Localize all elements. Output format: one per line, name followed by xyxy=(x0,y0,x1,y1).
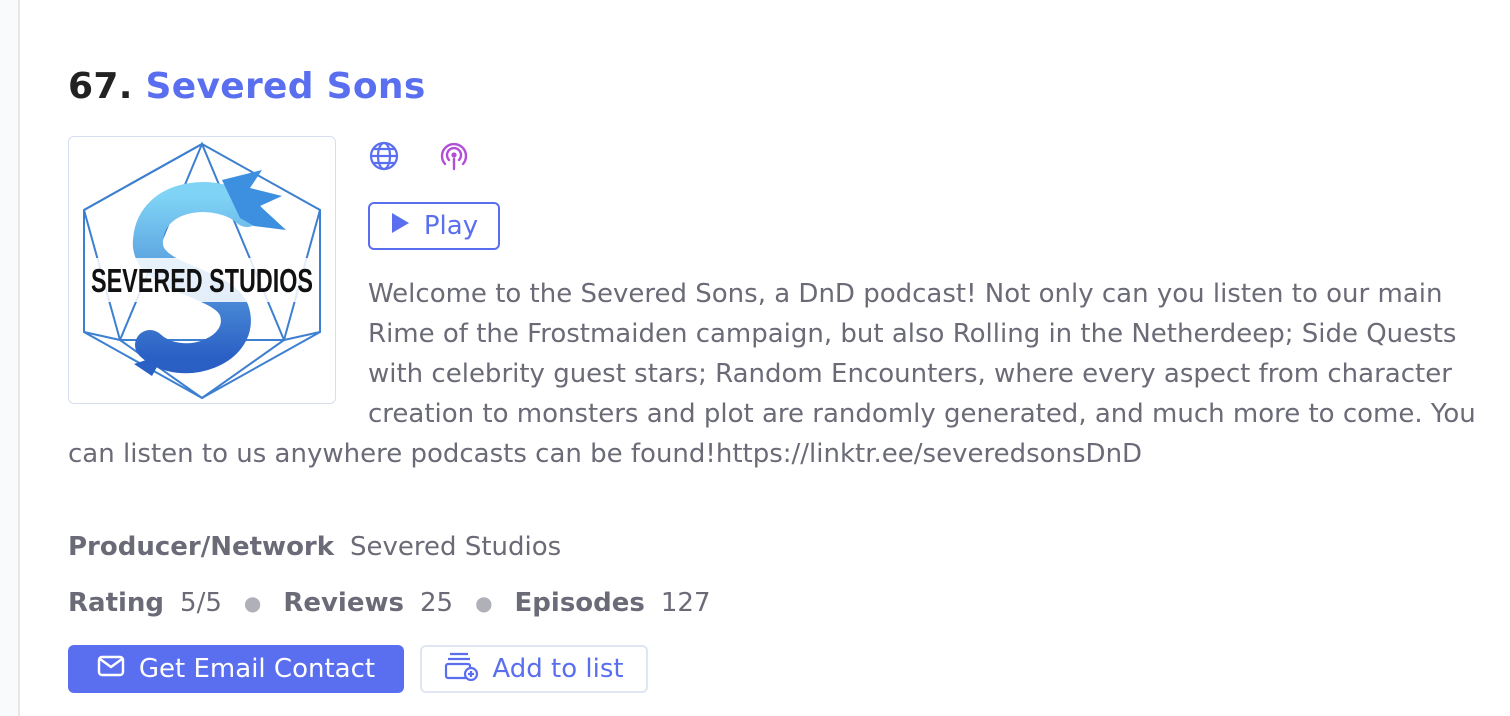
rating-label: Rating xyxy=(68,588,165,618)
podcast-description: Welcome to the Severed Sons, a DnD podca… xyxy=(68,274,1483,474)
episodes-value: 127 xyxy=(660,588,711,618)
play-button[interactable]: Play xyxy=(368,202,500,250)
podcast-name-link[interactable]: Severed Sons xyxy=(146,66,426,107)
podcast-rank: 67. xyxy=(68,66,133,107)
episodes-label: Episodes xyxy=(514,588,645,618)
add-list-label: Add to list xyxy=(492,654,624,684)
podcast-icon[interactable] xyxy=(438,140,470,172)
envelope-icon xyxy=(97,654,125,684)
globe-icon[interactable] xyxy=(368,140,400,172)
external-links xyxy=(368,140,470,172)
stats-row: Rating 5/5 ● Reviews 25 ● Episodes 127 xyxy=(68,588,711,618)
separator-dot: ● xyxy=(243,591,262,615)
get-email-contact-button[interactable]: Get Email Contact xyxy=(68,645,404,693)
reviews-label: Reviews xyxy=(283,588,404,618)
add-to-list-button[interactable]: Add to list xyxy=(420,645,648,693)
description-wrap-spacer xyxy=(68,274,368,434)
producer-value: Severed Studios xyxy=(350,532,562,562)
add-list-icon xyxy=(444,651,479,688)
podcast-title: 67. Severed Sons xyxy=(68,66,426,107)
producer-row: Producer/Network Severed Studios xyxy=(68,532,561,562)
reviews-value: 25 xyxy=(419,588,454,618)
play-label: Play xyxy=(423,211,479,241)
separator-dot: ● xyxy=(475,591,493,615)
play-icon xyxy=(390,211,410,241)
producer-label: Producer/Network xyxy=(68,532,335,562)
rating-value: 5/5 xyxy=(180,588,222,618)
email-button-label: Get Email Contact xyxy=(138,654,376,684)
